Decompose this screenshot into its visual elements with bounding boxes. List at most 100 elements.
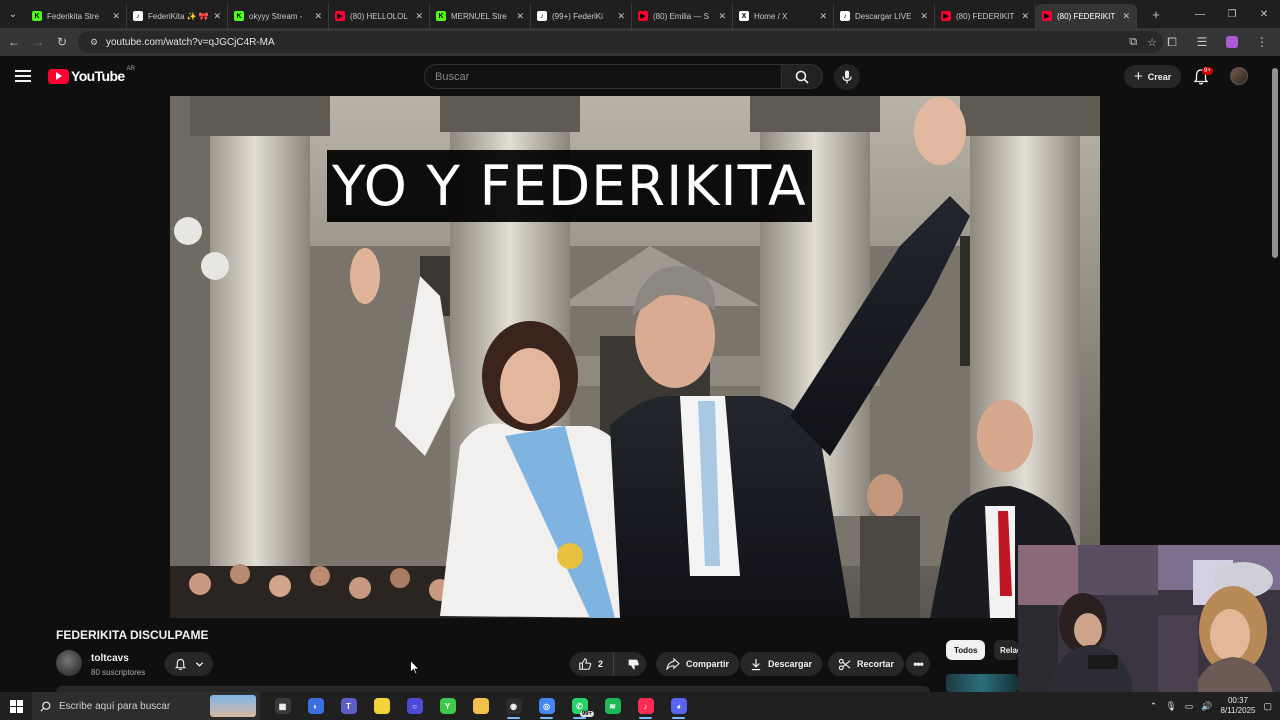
tab-close-icon[interactable]: ✕ — [415, 11, 423, 22]
channel-avatar[interactable] — [56, 650, 82, 676]
taskbar-app[interactable]: T — [332, 692, 365, 720]
subscription-notifications-button[interactable] — [165, 652, 213, 676]
taskbar-app[interactable]: ○ — [398, 692, 431, 720]
site-info-icon[interactable]: ⚙ — [84, 37, 104, 48]
video-player[interactable]: YO Y FEDERIKITA — [0, 96, 1270, 618]
tab-favicon-icon: ▶ — [335, 11, 345, 21]
video-overlay-title: YO Y FEDERIKITA — [327, 150, 812, 222]
tab-close-icon[interactable]: ✕ — [617, 11, 625, 22]
browser-menu-icon[interactable]: ⋮ — [1250, 30, 1274, 54]
tab-close-icon[interactable]: ✕ — [516, 11, 524, 22]
browser-tab[interactable]: ▶ (80) HELLOLOL ✕ — [329, 4, 430, 28]
taskbar-app[interactable]: ▦ — [266, 692, 299, 720]
taskbar-app[interactable]: ✆ 99+ — [563, 692, 596, 720]
chip-all[interactable]: Todos — [946, 640, 986, 660]
taskbar-app[interactable]: ◐ — [299, 692, 332, 720]
tab-close-icon[interactable]: ✕ — [112, 11, 120, 22]
clock-date: 8/11/2025 — [1220, 706, 1256, 715]
plus-icon: + — [1134, 68, 1143, 85]
profile-icon[interactable] — [1220, 30, 1244, 54]
minimize-icon[interactable]: — — [1184, 0, 1216, 28]
address-bar[interactable]: ⚙ youtube.com/watch?v=qJGCjC4R-MA ⧉ ☆ — [78, 31, 1163, 53]
browser-tab[interactable]: ♪ (99+) FederiKi ✕ — [531, 4, 632, 28]
taskbar-clock[interactable]: 00:37 8/11/2025 — [1220, 696, 1255, 716]
tab-close-icon[interactable]: ✕ — [718, 11, 726, 22]
teams-icon: T — [340, 698, 357, 714]
tray-overflow-icon[interactable]: ⌃ — [1150, 701, 1158, 712]
forward-icon[interactable]: → — [26, 30, 50, 54]
more-actions-button[interactable]: ••• — [906, 652, 930, 676]
create-button[interactable]: + Crear — [1124, 65, 1182, 88]
obs-icon: ◉ — [505, 698, 522, 714]
webcam-feed-image — [1018, 545, 1280, 692]
tab-close-icon[interactable]: ✕ — [1122, 11, 1130, 22]
download-button[interactable]: Descargar — [740, 652, 823, 676]
extensions-icon[interactable]: ⧠ — [1160, 30, 1184, 54]
guide-menu-icon[interactable] — [14, 68, 32, 84]
browser-tab[interactable]: ♪ Descargar LIVE ✕ — [834, 4, 935, 28]
thumbs-up-icon — [579, 658, 592, 670]
taskbar-app[interactable] — [464, 692, 497, 720]
browser-tab[interactable]: ▶ (80) FEDERIKIT ✕ — [1036, 4, 1137, 28]
tab-close-icon[interactable]: ✕ — [213, 11, 221, 22]
back-icon[interactable]: ← — [2, 30, 26, 54]
voice-search-button[interactable] — [834, 64, 860, 90]
browser-tab[interactable]: ▶ (80) Emilia — S ✕ — [632, 4, 733, 28]
scrollbar-thumb[interactable] — [1272, 68, 1278, 258]
chip-related[interactable]: Relacionados — [994, 640, 1018, 660]
tab-close-icon[interactable]: ✕ — [314, 11, 322, 22]
volume-icon[interactable]: 🔊 — [1201, 701, 1212, 712]
recommended-video-thumbnail[interactable] — [946, 674, 1018, 692]
whatsapp-unread-badge: 99+ — [579, 711, 594, 717]
discord-icon: ◕ — [670, 698, 687, 714]
reload-icon[interactable]: ↻ — [50, 30, 74, 54]
tab-close-icon[interactable]: ✕ — [920, 11, 928, 22]
microphone-icon — [842, 70, 852, 84]
start-button[interactable] — [0, 692, 32, 720]
clip-button[interactable]: Recortar — [828, 652, 905, 676]
account-avatar[interactable] — [1230, 67, 1248, 85]
taskbar-app[interactable]: Y — [431, 692, 464, 720]
browser-tab[interactable]: K MERNUEL Stre ✕ — [430, 4, 531, 28]
close-window-icon[interactable]: ✕ — [1248, 0, 1280, 28]
browser-tab[interactable]: ♪ FederiKita ✨ 🎀 ✕ — [127, 4, 228, 28]
share-button[interactable]: Compartir — [656, 652, 740, 676]
dislike-button[interactable] — [620, 652, 646, 676]
microphone-tray-icon[interactable]: 🎙 — [1165, 701, 1176, 712]
tab-favicon-icon: ♪ — [840, 11, 850, 21]
new-tab-button[interactable]: + — [1145, 3, 1167, 25]
search-highlight-image — [210, 695, 256, 717]
tab-favicon-icon: K — [436, 11, 446, 21]
browser-tab[interactable]: Kokyyy Stream - ✕ — [228, 4, 329, 28]
taskbar-app[interactable]: ◕ — [662, 692, 695, 720]
search-input[interactable] — [435, 70, 781, 83]
search-icon — [795, 70, 809, 84]
spotify-icon: ≋ — [604, 698, 621, 714]
notification-center-icon[interactable]: ▢ — [1263, 701, 1272, 712]
youtube-logo[interactable]: YouTube AR — [48, 66, 135, 84]
video-frame[interactable]: YO Y FEDERIKITA — [170, 96, 1100, 618]
taskbar-search[interactable]: Escribe aquí para buscar — [32, 692, 260, 720]
network-icon[interactable]: ▭ — [1185, 701, 1194, 712]
open-in-app-icon[interactable]: ⧉ — [1129, 36, 1137, 49]
taskbar-app[interactable]: ≋ — [596, 692, 629, 720]
tab-close-icon[interactable]: ✕ — [1021, 11, 1029, 22]
search-button[interactable] — [781, 64, 823, 89]
webcam-overlay — [1018, 545, 1280, 692]
taskbar-app[interactable]: ◉ — [497, 692, 530, 720]
taskbar-app[interactable]: ◎ — [530, 692, 563, 720]
share-arrow-icon — [666, 658, 680, 670]
tab-close-icon[interactable]: ✕ — [819, 11, 827, 22]
bookmark-star-icon[interactable]: ☆ — [1147, 36, 1157, 49]
share-label: Compartir — [686, 659, 730, 669]
restore-icon[interactable]: ❐ — [1216, 0, 1248, 28]
browser-tab[interactable]: K Federikita Stre ✕ — [26, 4, 127, 28]
tab-search-icon[interactable]: ⌄ — [0, 0, 26, 28]
browser-tab[interactable]: ▶ (80) FEDERIKIT ✕ — [935, 4, 1036, 28]
reading-list-icon[interactable]: ☰ — [1190, 30, 1214, 54]
taskbar-app[interactable]: ♪ — [629, 692, 662, 720]
browser-tab[interactable]: X Home / X ✕ — [733, 4, 834, 28]
like-button[interactable]: 2 — [570, 652, 614, 676]
channel-name[interactable]: toltcavs — [91, 653, 129, 664]
taskbar-app[interactable] — [365, 692, 398, 720]
